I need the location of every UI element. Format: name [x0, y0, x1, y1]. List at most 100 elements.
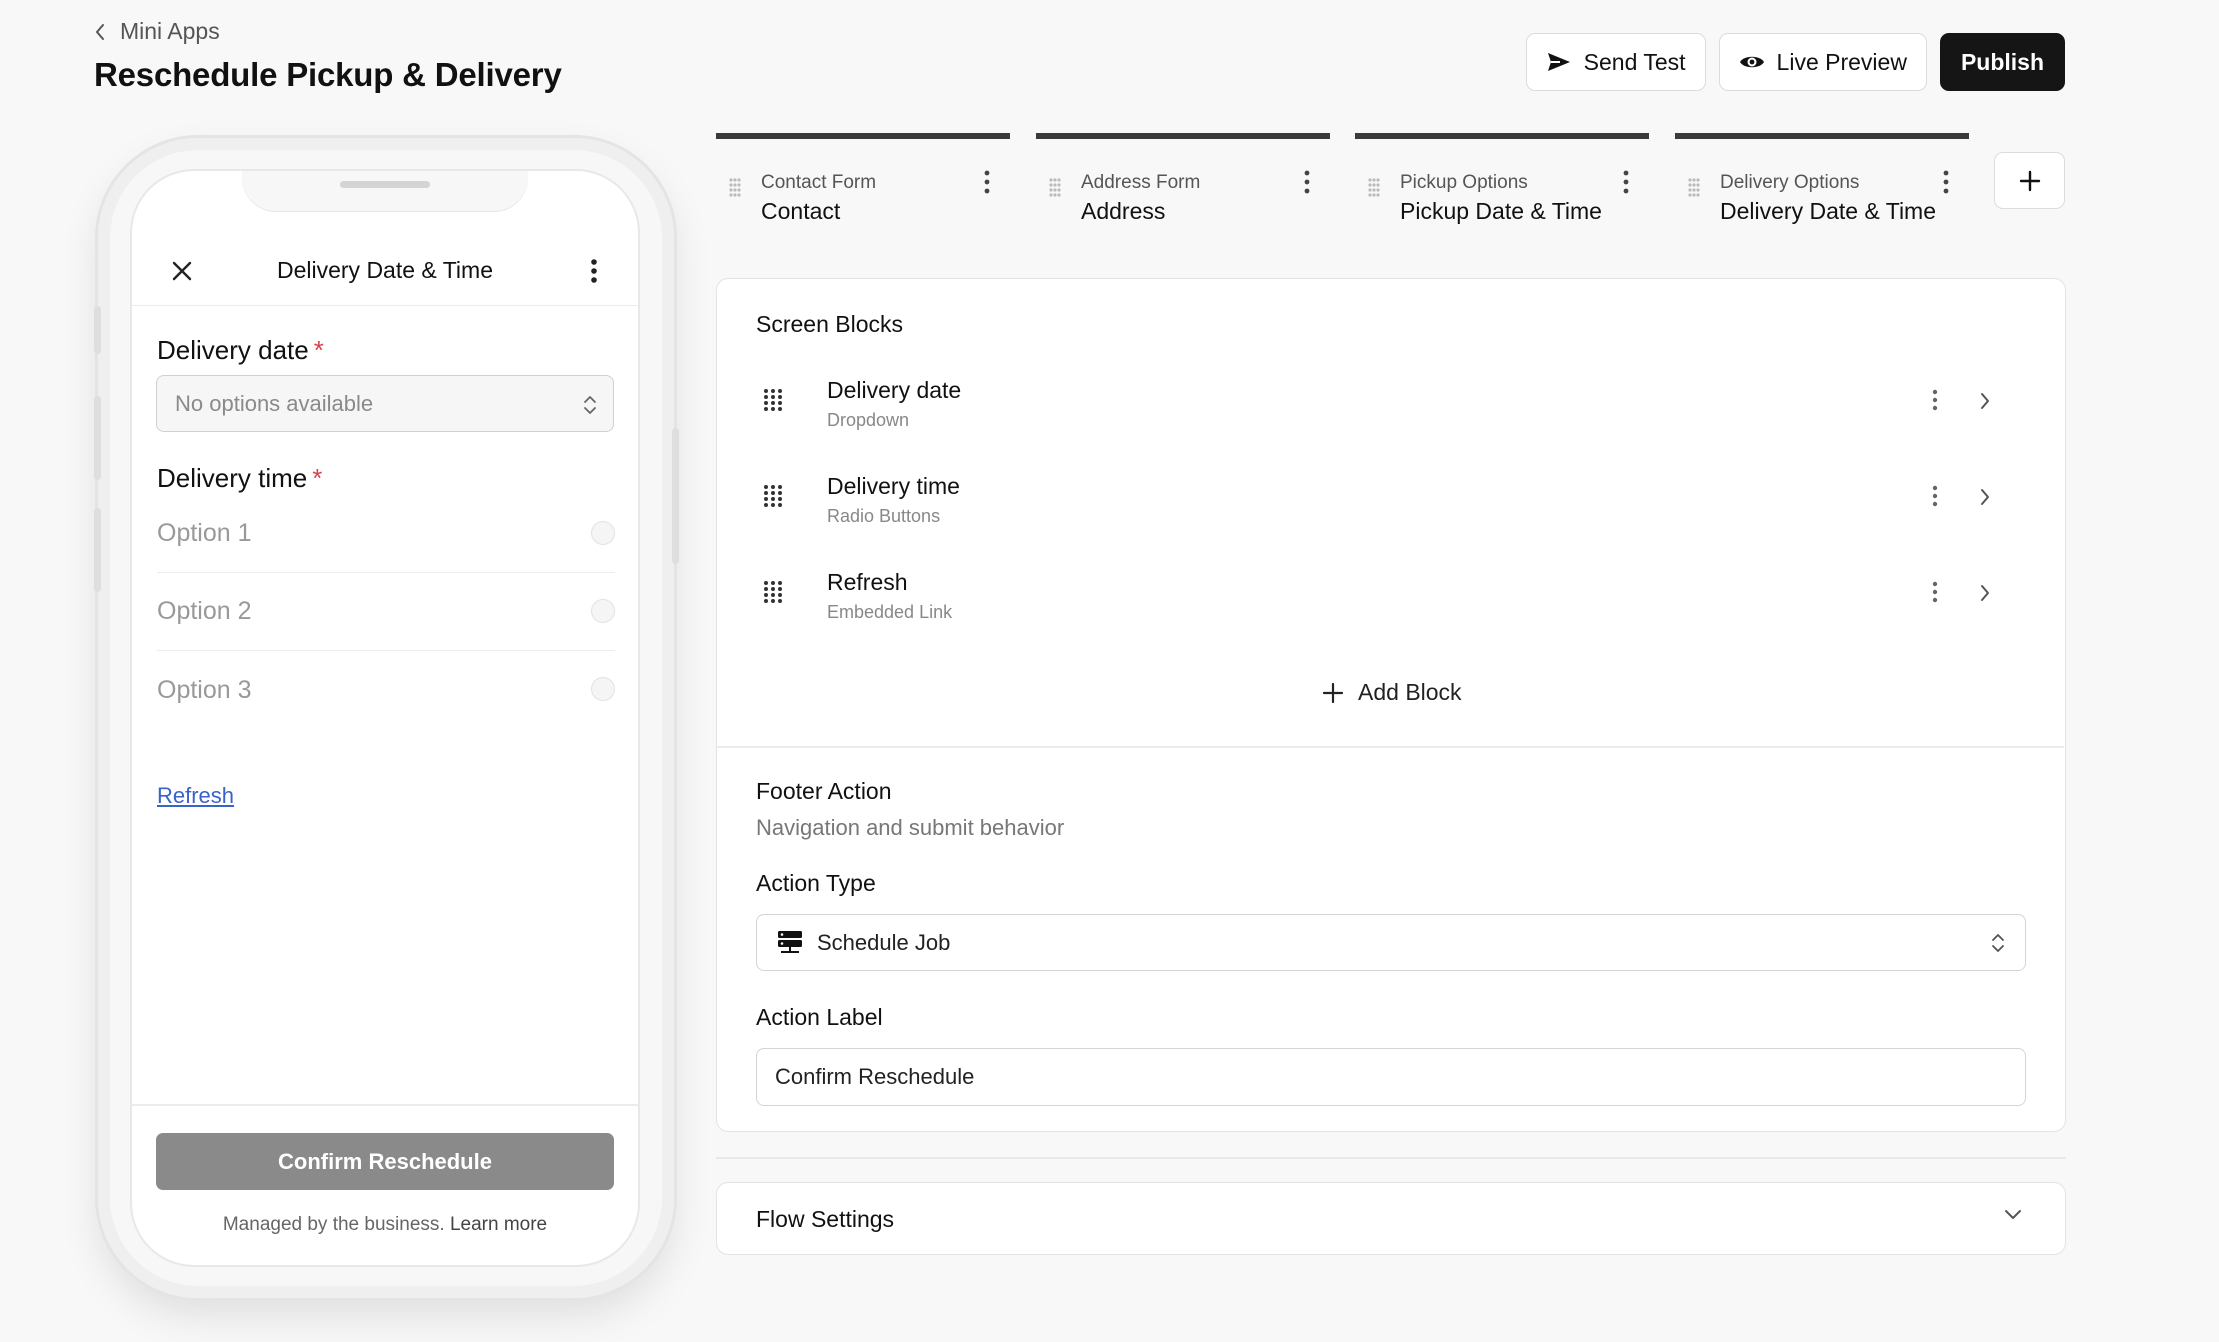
required-mark: *	[313, 335, 324, 365]
close-icon[interactable]	[170, 259, 194, 283]
more-vertical-icon[interactable]	[590, 258, 598, 284]
breadcrumb[interactable]: Mini Apps	[94, 18, 220, 45]
block-type: Embedded Link	[827, 602, 953, 622]
footer-action-heading: Footer Action	[756, 778, 892, 804]
publish-button[interactable]: Publish	[1939, 33, 2065, 91]
phone-side-button	[94, 396, 101, 480]
action-type-value: Schedule Job	[817, 929, 951, 955]
plus-icon	[1322, 682, 1344, 704]
delivery-time-label-text: Delivery time	[157, 463, 308, 493]
radio-option-label: Option 3	[157, 675, 252, 704]
block-type: Radio Buttons	[827, 506, 941, 526]
live-preview-button[interactable]: Live Preview	[1718, 33, 1927, 91]
more-vertical-icon[interactable]	[1932, 581, 1938, 603]
section-divider	[717, 746, 2064, 748]
drag-handle-icon[interactable]	[763, 388, 783, 412]
breadcrumb-label: Mini Apps	[120, 18, 220, 44]
tab-delivery[interactable]: Delivery Options Delivery Date & Time	[1675, 133, 1969, 225]
tab-contact[interactable]: Contact Form Contact	[716, 133, 1010, 225]
block-item[interactable]: Delivery date Dropdown	[747, 365, 2037, 449]
action-label-input[interactable]	[756, 1048, 2026, 1106]
tab-name: Delivery Date & Time	[1720, 198, 1937, 224]
add-screen-button[interactable]	[1994, 152, 2065, 209]
chevron-up-down-icon	[1991, 931, 2005, 955]
header-actions: Send Test Live Preview Publish	[1525, 33, 2065, 91]
drag-handle-icon[interactable]	[763, 484, 783, 508]
block-type: Dropdown	[827, 410, 910, 430]
tab-name: Pickup Date & Time	[1400, 198, 1602, 224]
more-vertical-icon[interactable]	[984, 170, 990, 194]
screen-blocks-heading: Screen Blocks	[756, 311, 904, 337]
required-mark: *	[312, 463, 323, 493]
flow-settings-panel[interactable]: Flow Settings	[716, 1182, 2066, 1255]
managed-text: Managed by the business.	[222, 1214, 445, 1235]
chevron-down-icon[interactable]	[2003, 1209, 2023, 1221]
flow-settings-title: Flow Settings	[756, 1206, 895, 1232]
add-block-label: Add Block	[1358, 679, 1462, 705]
tab-address[interactable]: Address Form Address	[1036, 133, 1330, 225]
drag-handle-icon[interactable]	[763, 580, 783, 604]
radio-button[interactable]	[591, 599, 615, 623]
phone-side-button	[94, 508, 101, 592]
drag-handle-icon[interactable]	[1367, 177, 1381, 197]
send-test-button[interactable]: Send Test	[1525, 33, 1706, 91]
radio-option-label: Option 1	[157, 519, 252, 547]
radio-option[interactable]: Option 3	[157, 651, 615, 729]
eye-icon	[1739, 53, 1765, 71]
add-block-button[interactable]: Add Block	[1322, 679, 1462, 706]
phone-speaker	[340, 181, 430, 188]
action-type-label: Action Type	[756, 870, 876, 896]
tab-name: Contact	[761, 198, 841, 224]
phone-notch	[242, 171, 528, 211]
chevron-left-icon	[94, 22, 106, 42]
drag-handle-icon[interactable]	[1687, 177, 1701, 197]
radio-button[interactable]	[591, 677, 615, 701]
footer-action-subtitle: Navigation and submit behavior	[756, 815, 1065, 840]
refresh-link[interactable]: Refresh	[157, 783, 234, 809]
block-name: Refresh	[827, 569, 908, 595]
delivery-time-label: Delivery time *	[157, 463, 322, 494]
radio-button[interactable]	[591, 521, 615, 545]
delivery-date-label-text: Delivery date	[157, 335, 309, 365]
tab-subtitle: Pickup Options	[1400, 172, 1528, 193]
block-name: Delivery time	[827, 473, 960, 499]
tab-subtitle: Delivery Options	[1720, 172, 1860, 193]
phone-power-button	[672, 428, 679, 564]
block-item[interactable]: Refresh Embedded Link	[747, 557, 2037, 641]
more-vertical-icon[interactable]	[1943, 170, 1949, 194]
more-vertical-icon[interactable]	[1304, 170, 1310, 194]
radio-option[interactable]: Option 1	[157, 495, 615, 573]
delivery-date-select[interactable]: No options available	[156, 375, 614, 432]
server-icon	[777, 930, 803, 956]
delivery-date-label: Delivery date *	[157, 335, 324, 366]
block-item[interactable]: Delivery time Radio Buttons	[747, 461, 2037, 545]
more-vertical-icon[interactable]	[1932, 485, 1938, 507]
delivery-date-placeholder: No options available	[175, 390, 374, 416]
phone-screen-header: Delivery Date & Time	[132, 236, 638, 306]
page-title: Reschedule Pickup & Delivery	[94, 56, 562, 93]
chevron-right-icon[interactable]	[1979, 391, 1991, 411]
chevron-right-icon[interactable]	[1979, 583, 1991, 603]
action-label-label: Action Label	[756, 1004, 883, 1030]
tab-name: Address	[1081, 198, 1166, 224]
confirm-reschedule-button[interactable]: Confirm Reschedule	[156, 1133, 614, 1190]
radio-option-label: Option 2	[157, 597, 252, 625]
radio-option[interactable]: Option 2	[157, 573, 615, 651]
phone-screen: Delivery Date & Time Delivery date * No o…	[132, 171, 638, 1265]
tab-subtitle: Contact Form	[761, 172, 877, 193]
drag-handle-icon[interactable]	[1048, 177, 1062, 197]
learn-more-link[interactable]: Learn more	[450, 1214, 547, 1235]
phone-screen-title: Delivery Date & Time	[276, 257, 493, 283]
action-type-select[interactable]: Schedule Job	[756, 914, 2026, 971]
phone-footer-divider	[132, 1104, 638, 1106]
chevron-right-icon[interactable]	[1979, 487, 1991, 507]
phone-side-button	[94, 306, 101, 354]
plus-icon	[2018, 169, 2042, 193]
tab-subtitle: Address Form	[1081, 172, 1201, 193]
more-vertical-icon[interactable]	[1623, 170, 1629, 194]
drag-handle-icon[interactable]	[728, 177, 742, 197]
screen-editor-card: Screen Blocks Delivery date Dropdown Del…	[716, 278, 2066, 1132]
more-vertical-icon[interactable]	[1932, 389, 1938, 411]
tab-pickup[interactable]: Pickup Options Pickup Date & Time	[1355, 133, 1649, 225]
live-preview-label: Live Preview	[1776, 48, 1907, 75]
